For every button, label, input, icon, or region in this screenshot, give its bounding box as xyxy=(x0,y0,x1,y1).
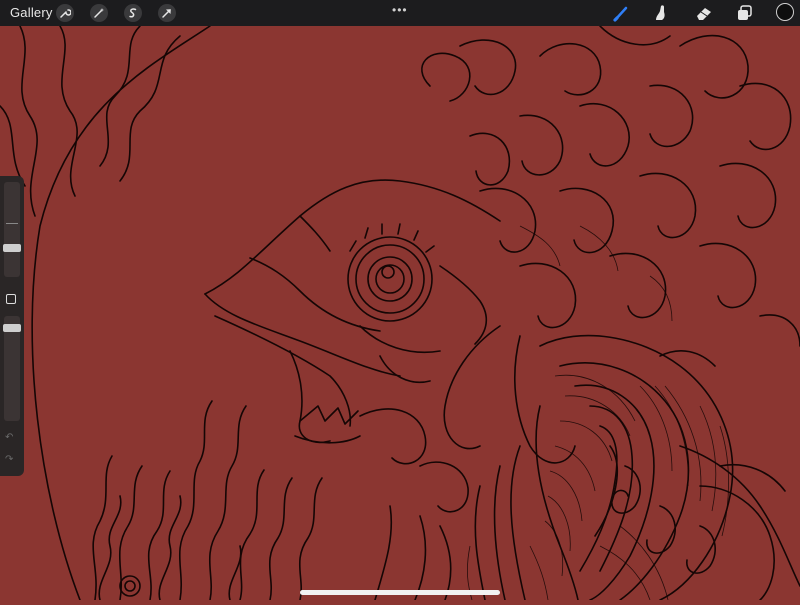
opacity-slider[interactable] xyxy=(3,316,21,421)
brush-size-knob[interactable] xyxy=(3,244,21,252)
modify-button[interactable] xyxy=(6,294,16,304)
line-art xyxy=(0,25,800,601)
slider-divider xyxy=(6,223,18,224)
transform-arrow-icon[interactable] xyxy=(158,4,176,22)
undo-icon[interactable]: ↶ xyxy=(5,432,13,443)
drawing-canvas[interactable] xyxy=(0,25,800,601)
wrench-icon[interactable] xyxy=(56,4,74,22)
brush-icon[interactable] xyxy=(612,3,632,23)
magic-wand-icon[interactable] xyxy=(90,4,108,22)
more-actions-button[interactable]: ••• xyxy=(392,3,408,17)
redo-icon[interactable]: ↷ xyxy=(5,454,13,465)
sidebar-controls: ↶ ↷ xyxy=(0,176,24,476)
gallery-button[interactable]: Gallery xyxy=(10,5,53,20)
opacity-knob[interactable] xyxy=(3,324,21,332)
eraser-icon[interactable] xyxy=(694,3,714,23)
top-toolbar: Gallery ••• xyxy=(0,0,800,26)
layers-icon[interactable] xyxy=(734,3,754,23)
home-indicator xyxy=(300,590,500,595)
selection-icon[interactable] xyxy=(124,4,142,22)
smudge-icon[interactable] xyxy=(651,3,671,23)
brush-size-slider[interactable] xyxy=(3,182,21,277)
color-picker-button[interactable] xyxy=(776,3,794,21)
